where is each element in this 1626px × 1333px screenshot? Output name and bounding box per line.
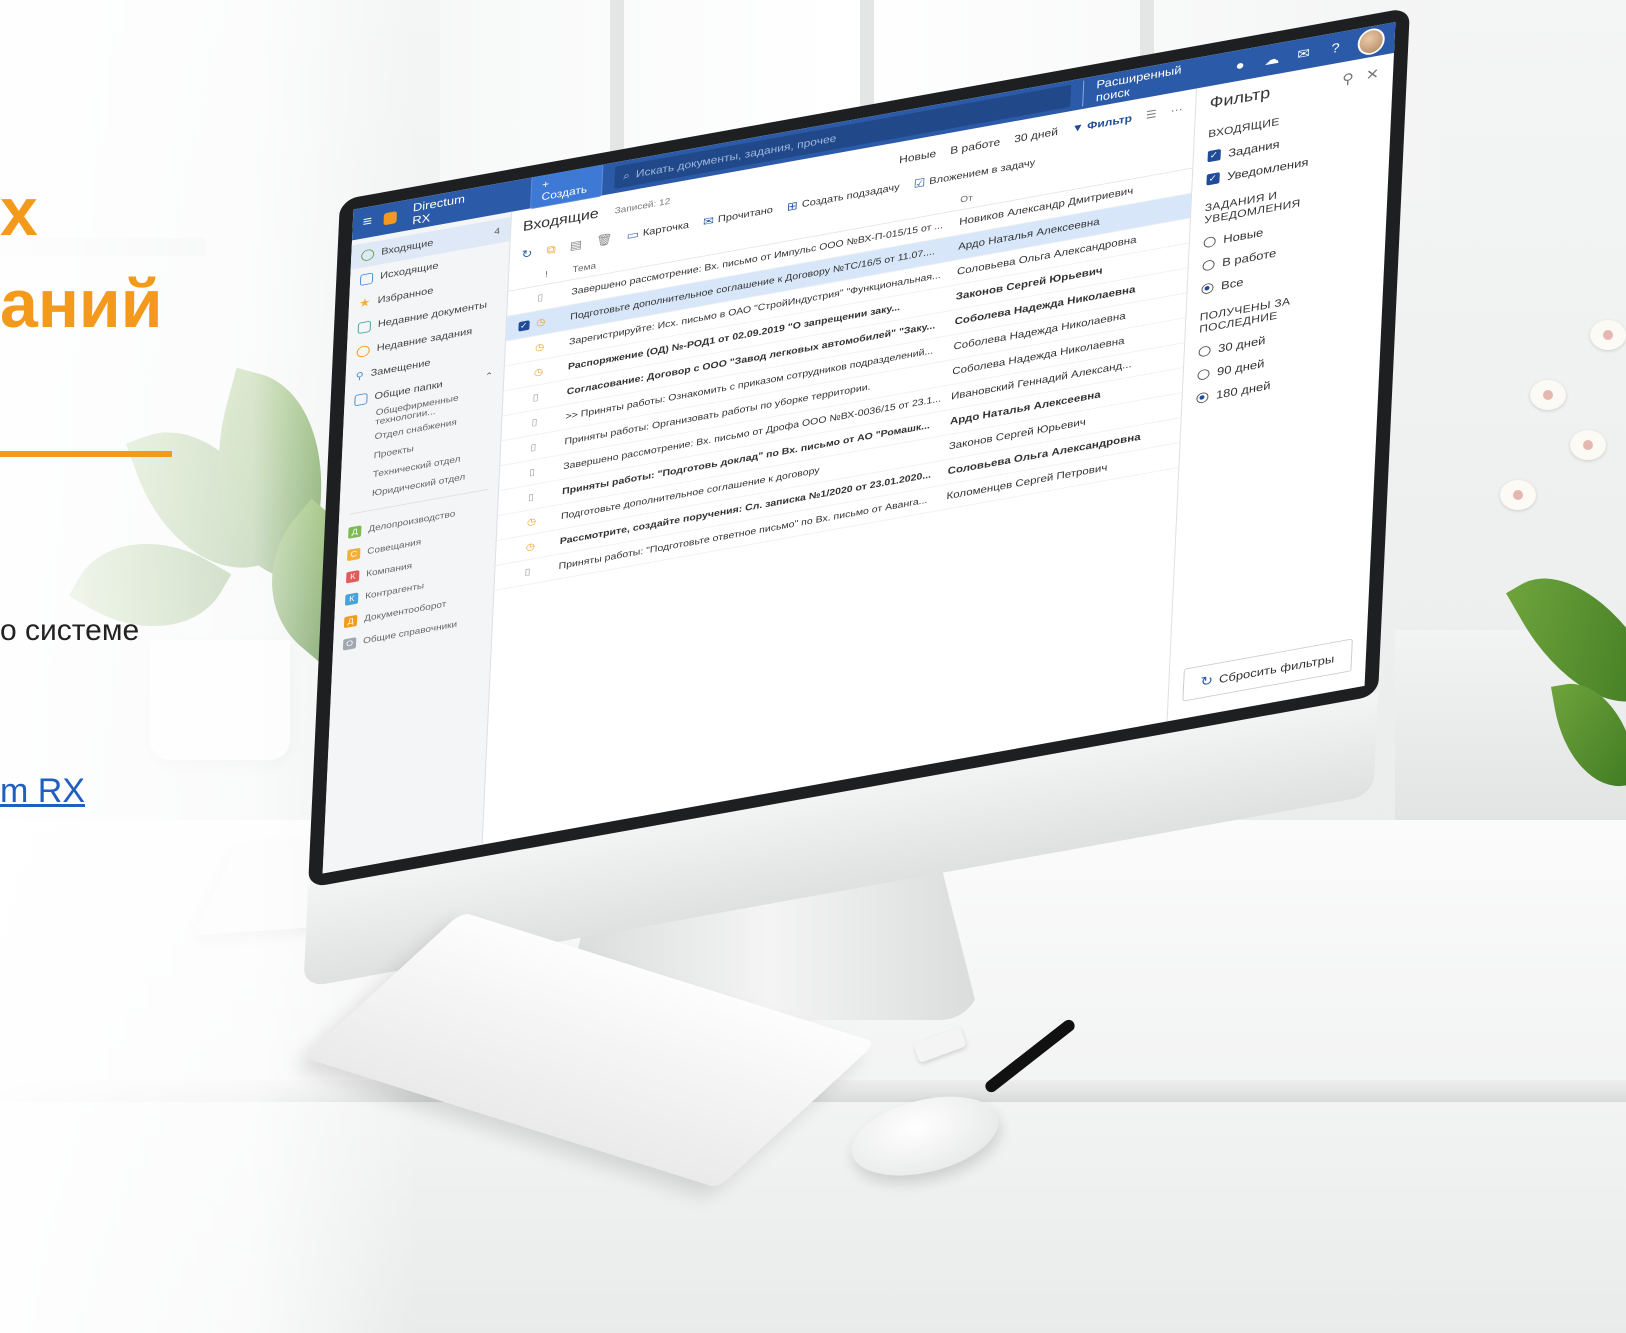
tab-in-progress[interactable]: В работе <box>950 136 1001 157</box>
task-clock-icon: ◷ <box>526 516 537 528</box>
task-clock-icon <box>356 344 370 358</box>
orchid-flower <box>1500 480 1536 510</box>
checkbox-icon[interactable]: ✓ <box>1206 148 1221 163</box>
help-icon[interactable]: ? <box>1325 37 1346 59</box>
radio-icon[interactable] <box>1195 391 1209 404</box>
copy-icon[interactable]: ⧉ <box>546 242 556 257</box>
orchid-flower <box>1530 380 1566 410</box>
orchid-flower <box>1570 430 1606 460</box>
hamburger-icon[interactable]: ≡ <box>362 214 372 231</box>
checkbox-icon[interactable]: ✓ <box>1205 172 1220 186</box>
radio-icon[interactable] <box>1203 235 1216 249</box>
chevron-up-icon[interactable]: ⌃ <box>485 371 494 382</box>
task-clock-icon: ◷ <box>534 341 545 354</box>
orchid-flower <box>1590 320 1626 350</box>
module-list: Д Делопроизводство С Совещания К Компания К Кон… <box>333 495 498 658</box>
document-icon: ▯ <box>527 491 535 504</box>
inbox-list: Входящие Записей: 12 Новые В работе 30 д… <box>482 89 1195 845</box>
module-letter-icon: С <box>347 547 361 561</box>
body-text: о системе <box>0 614 140 647</box>
refresh-icon[interactable]: ↻ <box>521 246 533 262</box>
paste-icon[interactable]: ▤ <box>569 237 583 253</box>
inbox-count-badge: 4 <box>494 226 501 237</box>
headline-line-2: аний <box>0 266 163 342</box>
avatar[interactable] <box>1356 26 1386 58</box>
radio-icon[interactable] <box>1200 282 1214 295</box>
product-link[interactable]: m RX <box>0 772 85 811</box>
refresh-icon: ↻ <box>1200 673 1214 690</box>
task-clock-icon: ◷ <box>525 540 536 553</box>
document-icon: ▯ <box>524 566 531 578</box>
document-icon: ▯ <box>537 292 544 304</box>
records-count: Записей: 12 <box>614 196 671 216</box>
subtask-icon: ⊞ <box>786 198 799 214</box>
attach-task-icon: ☑ <box>913 175 926 191</box>
radio-icon[interactable] <box>1197 344 1211 358</box>
document-icon: ▯ <box>529 466 536 479</box>
directum-logo-icon <box>383 211 397 226</box>
tab-new[interactable]: Новые <box>899 147 937 166</box>
card-icon: ▭ <box>626 227 640 243</box>
module-letter-icon: К <box>344 591 359 606</box>
more-icon[interactable]: ⋯ <box>1170 103 1183 117</box>
tab-30-days[interactable]: 30 дней <box>1014 125 1058 145</box>
orange-divider <box>0 451 172 457</box>
envelope-open-icon: ✉ <box>702 213 715 229</box>
delete-icon[interactable]: 🗑 <box>596 232 613 249</box>
settings-sliders-icon[interactable]: ☰ <box>1146 108 1157 122</box>
reset-filters-button[interactable]: ↻ Сбросить фильтры <box>1181 638 1353 702</box>
radio-icon[interactable] <box>1201 258 1215 272</box>
close-icon[interactable]: ✕ <box>1365 64 1379 84</box>
module-letter-icon: К <box>345 569 360 584</box>
task-clock-icon: ◷ <box>536 316 546 329</box>
folder-icon <box>354 392 368 406</box>
row-checkbox[interactable]: ✓ <box>518 320 530 332</box>
sidebar: Входящие 4 Исходящие ★ Избранное Недавни… <box>322 211 512 874</box>
pin-icon[interactable]: ⚲ <box>1342 69 1355 88</box>
filter-panel: Фильтр ⚲ ✕ ВХОДЯЩИЕ ✓ Задания ✓ Уведомления… <box>1166 52 1394 722</box>
outbox-icon <box>359 272 374 286</box>
user-icon: ⚲ <box>355 370 364 382</box>
document-icon: ▯ <box>530 441 537 454</box>
star-icon: ★ <box>358 295 371 311</box>
search-icon: ⌕ <box>622 168 631 182</box>
card-button[interactable]: ▭ Карточка <box>626 218 689 243</box>
headline-line-1: х <box>0 174 38 250</box>
cloud-icon[interactable]: ☁ <box>1262 48 1283 70</box>
document-icon: ▯ <box>532 391 539 404</box>
module-letter-icon: Д <box>348 524 362 539</box>
clock-icon <box>360 247 375 262</box>
radio-icon[interactable] <box>1196 368 1210 381</box>
filter-title: Фильтр <box>1209 83 1271 112</box>
mail-icon[interactable]: ✉ <box>1293 43 1314 65</box>
document-icon <box>357 320 372 334</box>
module-letter-icon: О <box>342 636 357 651</box>
notification-icon[interactable]: ● <box>1230 54 1251 76</box>
filter-icon: ▼ <box>1071 120 1085 135</box>
document-icon: ▯ <box>531 416 538 429</box>
task-clock-icon: ◷ <box>533 366 544 379</box>
module-letter-icon: Д <box>343 614 358 628</box>
